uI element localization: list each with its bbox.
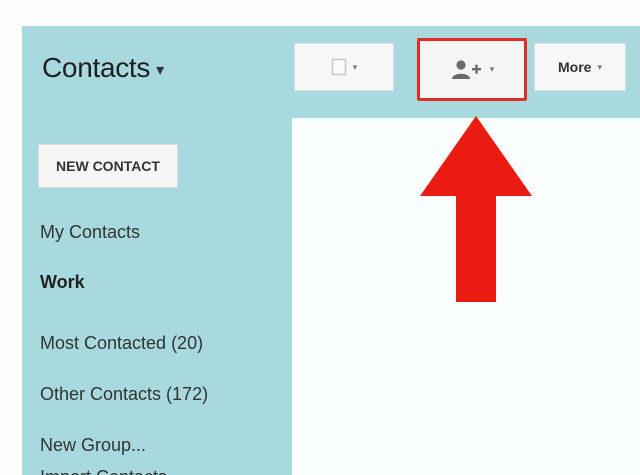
contacts-window: Contacts ▾ ▾ ▾ More ▾ NEW CONTACT My Cont… [22,26,640,475]
app-title-dropdown[interactable]: Contacts ▾ [42,52,164,84]
add-to-contacts-button[interactable]: ▾ [417,38,527,101]
sidebar-item-other-contacts[interactable]: Other Contacts (172) [40,384,208,405]
more-button[interactable]: More ▾ [534,43,626,91]
sidebar-item-work[interactable]: Work [40,272,85,293]
select-menu-button[interactable]: ▾ [294,43,394,91]
checkbox-icon [331,58,346,76]
chevron-down-icon: ▾ [156,61,164,79]
red-arrow-icon [420,116,532,302]
add-person-icon [451,59,481,79]
chevron-down-icon: ▾ [352,61,358,72]
sidebar-item-most-contacted[interactable]: Most Contacted (20) [40,333,203,354]
sidebar-item-new-group[interactable]: New Group... [40,435,146,456]
chevron-down-icon: ▾ [489,64,495,74]
sidebar-item-my-contacts[interactable]: My Contacts [40,222,140,243]
new-contact-button[interactable]: NEW CONTACT [38,144,178,188]
chevron-down-icon: ▾ [597,61,602,72]
sidebar-item-import-contacts[interactable]: Import Contacts... [40,467,182,475]
app-title-label: Contacts [42,52,151,83]
more-label: More [558,59,592,75]
